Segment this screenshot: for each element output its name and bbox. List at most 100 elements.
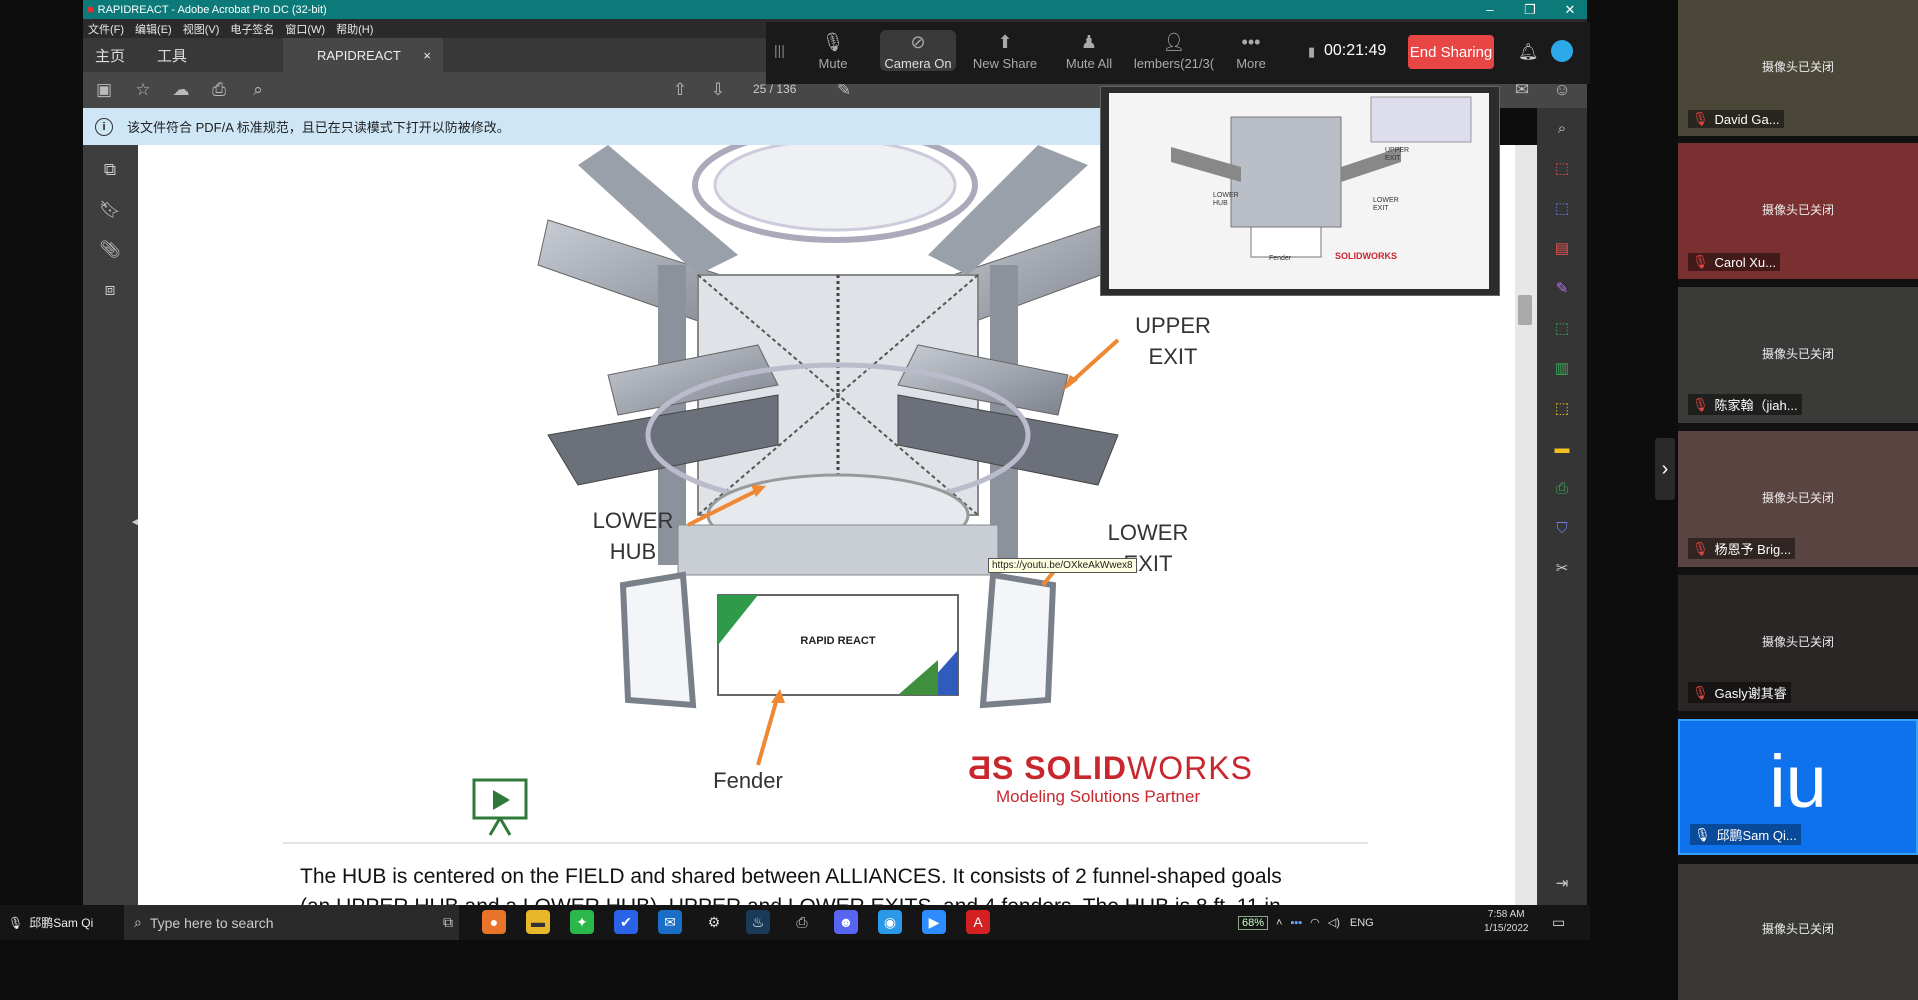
tab-tools[interactable]: 工具 [157,45,187,66]
notifications-icon[interactable]: ▭ [1552,914,1565,931]
menu-file[interactable]: 文件(F) [88,21,124,37]
mail-app-icon[interactable]: ✉ [658,910,682,934]
qq-icon[interactable]: ◉ [878,910,902,934]
settings-icon[interactable]: ⚙ [702,910,726,934]
vertical-scrollbar[interactable] [1515,145,1537,905]
muted-mic-icon: 🎙︎ [1692,111,1709,126]
organize-pages-icon[interactable]: ▤ [1551,238,1573,260]
label-lower-hub: LOWER HUB [592,508,674,564]
zoom-search-icon[interactable]: ⌕ [247,79,269,101]
steam-icon[interactable]: ♨ [746,910,770,934]
tray-apps-icon[interactable]: ▪▪▪ [1290,917,1302,929]
participant-tile[interactable]: 摄像头已关闭 🎙︎ Carol Xu... [1678,143,1918,279]
participant-name: Gasly谢其睿 [1714,686,1787,701]
avatar-initials: iu [1769,740,1827,823]
compress-icon[interactable]: ▥ [1551,358,1573,380]
members-button[interactable]: 👤︎ lembers(21/3( [1132,32,1216,71]
printer-app-icon[interactable]: ⎙ [790,910,814,934]
participant-tile[interactable]: 摄像头已关闭 🎙︎ David Ga... [1678,0,1918,136]
camera-off-label: 摄像头已关闭 [1761,635,1834,649]
zoom-app-icon[interactable]: ▶ [922,910,946,934]
mute-all-button[interactable]: ♟ Mute All [1054,32,1124,71]
comment-tool-icon[interactable]: ▬ [1551,438,1573,460]
discord-icon[interactable]: ☻ [834,910,858,934]
clock-date: 1/15/2022 [1484,923,1529,934]
attachments-icon[interactable]: 📎︎ [99,240,121,262]
wechat-icon[interactable]: ✦ [570,910,594,934]
participant-tile[interactable]: 摄像头已关闭 🎙︎ 陈家翰（jiah... [1678,287,1918,423]
acrobat-title-bar: ■ RAPIDREACT - Adobe Acrobat Pro DC (32-… [83,0,1587,19]
mute-all-icon: ♟ [1080,32,1098,52]
logo-brand-rest: WORKS [1127,750,1253,786]
print-production-icon[interactable]: ⎙ [1551,478,1573,500]
edit-pdf-icon[interactable]: ⬚ [1551,318,1573,340]
expand-panel-icon[interactable]: ⇥ [1551,873,1573,895]
bookmark-star-icon[interactable]: ☆ [132,79,154,101]
camera-on-button[interactable]: ⊘ Camera On [880,30,956,71]
mute-button[interactable]: 🎙︎ Mute [808,32,858,71]
drag-handle-icon[interactable]: ||| [774,42,785,58]
close-icon[interactable]: ✕ [1555,0,1585,19]
page-down-icon[interactable]: ⇩ [707,79,729,101]
acrobat-app-taskbar-icon[interactable]: A [966,910,990,934]
cloud-upload-icon[interactable]: ☁ [170,79,192,101]
clock-time: 7:58 AM [1487,909,1525,920]
gallery-collapse-arrow[interactable]: › [1655,438,1675,500]
firefox-icon[interactable]: ● [482,910,506,934]
menu-view[interactable]: 视图(V) [183,21,220,37]
camera-off-label: 摄像头已关闭 [1761,347,1834,361]
language-indicator[interactable]: ENG [1350,917,1374,929]
shared-screen-preview[interactable]: UPPER EXIT LOWER HUB LOWER EXIT Fender S… [1100,86,1500,296]
info-icon: i [95,117,113,136]
maximize-icon[interactable]: ❐ [1515,0,1545,19]
participant-tile[interactable]: 摄像头已关闭 🎙︎ Gasly谢其睿 [1678,575,1918,711]
preview-lower-hub: LOWER HUB [1213,192,1239,207]
preview-fender: Fender [1269,255,1292,262]
bookmarks-icon[interactable]: 🔖︎ [99,200,121,222]
page-up-icon[interactable]: ⇧ [669,79,691,101]
menu-edit[interactable]: 编辑(E) [135,21,172,37]
print-icon[interactable]: ⎙ [208,79,230,101]
tab-close-icon[interactable]: × [423,48,431,63]
minimize-icon[interactable]: – [1475,0,1505,19]
todo-icon[interactable]: ✔ [614,910,638,934]
end-sharing-button[interactable]: End Sharing [1408,35,1494,69]
send-review-icon[interactable]: ⬚ [1551,398,1573,420]
notification-bell-icon[interactable]: 🔔︎ [1518,42,1538,62]
participant-gallery: ︿ 摄像头已关闭 🎙︎David Ga... 摄像头已关闭 🎙︎Carol Xu… [1678,0,1918,1000]
system-tray: 68% ˄ ▪▪▪ ◠ ◁) ENG [1238,905,1384,940]
tray-chevron-icon[interactable]: ˄ [1276,917,1282,929]
participant-tile[interactable]: 摄像头已关闭 🎙︎ 杨恩予 Brig... [1678,431,1918,567]
fill-sign-icon[interactable]: ✎ [1551,278,1573,300]
system-clock[interactable]: 7:58 AM 1/15/2022 [1484,908,1529,936]
participant-tile[interactable]: 摄像头已关闭 [1678,864,1918,1000]
new-share-button[interactable]: ⬆ New Share [966,32,1044,71]
layers-icon[interactable]: ⧈ [99,280,121,302]
tab-document[interactable]: RAPIDREACT × [283,38,443,72]
page-indicator[interactable]: 25 / 136 [753,82,796,96]
taskbar-search[interactable]: ⌕ Type here to search [124,905,459,940]
export-pdf-icon[interactable]: ⬚ [1551,158,1573,180]
menu-esign[interactable]: 电子签名 [230,21,274,37]
menu-help[interactable]: 帮助(H) [336,21,373,37]
more-button[interactable]: ••• More [1226,32,1276,71]
protect-icon[interactable]: ⛉ [1551,518,1573,540]
wifi-icon[interactable]: ◠ [1310,916,1320,929]
tab-home[interactable]: 主页 [95,45,125,66]
task-view-icon[interactable]: ⧉ [436,910,460,934]
create-pdf-icon[interactable]: ⬚ [1551,198,1573,220]
volume-icon[interactable]: ◁) [1328,916,1340,929]
zoom-tool-icon[interactable]: ⌕ [1551,118,1573,140]
pages-icon[interactable]: ⧉ [99,160,121,182]
save-icon[interactable]: ▣ [93,79,115,101]
mic-on-icon: 🎙︎ [1694,826,1711,842]
camera-off-icon: ⊘ [910,32,926,52]
participant-name: David Ga... [1714,111,1780,127]
menu-window[interactable]: 窗口(W) [285,21,325,37]
file-explorer-icon[interactable]: ▬ [526,910,550,934]
active-speaker-tile[interactable]: iu 🎙︎ 邱鹏Sam Qi... [1678,719,1918,855]
more-tools-icon[interactable]: ✂ [1551,558,1573,580]
battery-indicator[interactable]: 68% [1238,915,1269,930]
ds-logo-icon: ƋS [968,750,1025,786]
scrollbar-thumb[interactable] [1518,295,1532,325]
